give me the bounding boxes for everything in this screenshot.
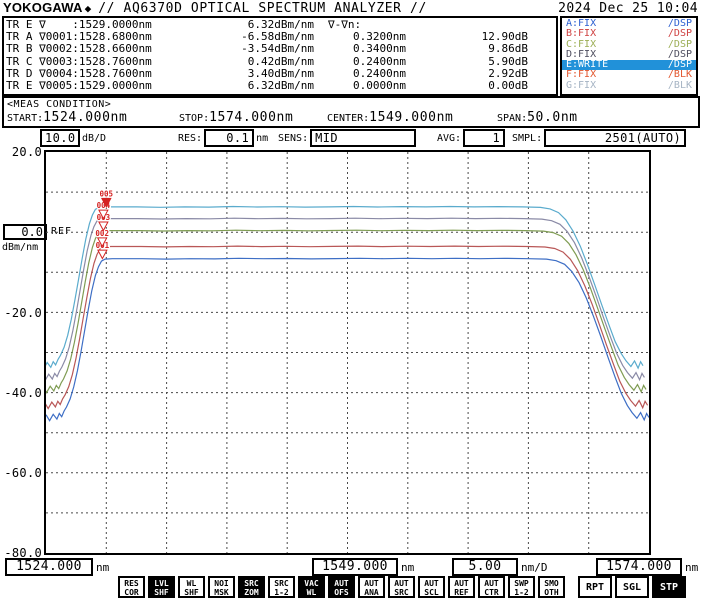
sens-value[interactable]: MID (310, 129, 416, 147)
y-axis-tick: -40.0 (0, 386, 42, 400)
y-axis-tick: -20.0 (0, 306, 42, 320)
x-start-unit: nm (96, 561, 109, 574)
trace-status-mode: G:FIX (566, 81, 596, 91)
level-scale-setting: 10.0 dB/D (40, 129, 106, 147)
x-axis-stop: 1574.000 nm (596, 558, 698, 576)
meas-field: CENTER:1549.000nm (327, 110, 497, 125)
softkey-swp-1-2[interactable]: SWP1-2 (508, 576, 535, 598)
meas-field: SPAN: 50.0nm (497, 110, 578, 125)
sampling-setting: SMPL: 2501(AUTO) (512, 129, 686, 147)
avg-label: AVG: (437, 133, 461, 144)
softkey-aut-ofs[interactable]: AUTOFS (328, 576, 355, 598)
meas-condition-title: <MEAS CONDITION> (7, 99, 695, 110)
svg-text:002: 002 (95, 229, 109, 238)
meas-field: START:1524.000nm (7, 110, 179, 125)
meas-field-label: STOP: (179, 113, 209, 124)
meas-field-label: SPAN: (497, 113, 527, 124)
x-stop-value: 1574.000 (596, 558, 682, 576)
meas-field: STOP:1574.000nm (179, 110, 327, 125)
osa-screen: YOKOGAWA ◆ // AQ6370D OPTICAL SPECTRUM A… (0, 0, 701, 601)
trace-marker-level: -3.54dBm/nm (156, 43, 314, 55)
x-axis-start: 1524.000 nm (5, 558, 109, 576)
x-axis-scale: 5.00 nm/D (452, 558, 548, 576)
softkey-sgl[interactable]: SGL (615, 576, 649, 598)
softkey-src-1-2[interactable]: SRC1-2 (268, 576, 295, 598)
x-start-value: 1524.000 (5, 558, 93, 576)
res-unit: nm (256, 133, 268, 144)
softkey-aut-src[interactable]: AUTSRC (388, 576, 415, 598)
softkey-noi-msk[interactable]: NOIMSK (208, 576, 235, 598)
meas-field-value: 1549.000nm (369, 110, 453, 125)
trace-table-row: TR C ∇0003:1528.7600nm0.42dBm/nm0.2400nm… (6, 56, 554, 68)
trace-marker-delta-wl: 0.2400nm (314, 56, 406, 68)
sensitivity-setting: SENS: MID (278, 129, 416, 147)
softkey-smo-oth[interactable]: SMOOTH (538, 576, 565, 598)
trace-marker-delta-level: 0.00dB (406, 80, 528, 92)
trace-marker-label: TR C ∇0003:1528.7600nm (6, 56, 156, 68)
x-center-unit: nm (401, 561, 414, 574)
softkey-stp[interactable]: STP (652, 576, 686, 598)
meas-field-value: 1524.000nm (43, 110, 127, 125)
yokogawa-logo: YOKOGAWA (3, 0, 83, 15)
softkey-aut-ctr[interactable]: AUTCTR (478, 576, 505, 598)
trace-table-row: TR E ∇0005:1529.0000nm6.32dBm/nm0.0000nm… (6, 80, 554, 92)
softkey-vac-wl[interactable]: VACWL (298, 576, 325, 598)
softkey-src-zom[interactable]: SRCZOM (238, 576, 265, 598)
softkey-aut-ana[interactable]: AUTANA (358, 576, 385, 598)
softkey-aut-ref[interactable]: AUTREF (448, 576, 475, 598)
softkey-res-cor[interactable]: RESCOR (118, 576, 145, 598)
trace-marker-delta-wl: 0.0000nm (314, 80, 406, 92)
trace-status-row[interactable]: G:FIX/BLK (562, 81, 696, 91)
sens-label: SENS: (278, 133, 308, 144)
page-title: // AQ6370D OPTICAL SPECTRUM ANALYZER // (98, 1, 427, 16)
softkey-lvl-shf[interactable]: LVLSHF (148, 576, 175, 598)
trace-marker-delta-wl: 0.3400nm (314, 43, 406, 55)
trace-marker-delta-level: 5.90dB (406, 56, 528, 68)
trace-marker-level: 0.42dBm/nm (156, 56, 314, 68)
yokogawa-diamond-icon: ◆ (85, 2, 92, 15)
smpl-label: SMPL: (512, 133, 542, 144)
trace-status-display: /BLK (668, 81, 692, 91)
svg-text:005: 005 (100, 189, 114, 198)
title-bar: YOKOGAWA ◆ // AQ6370D OPTICAL SPECTRUM A… (3, 0, 698, 14)
trace-marker-label: TR E ∇0005:1529.0000nm (6, 80, 156, 92)
trace-status-panel: A:FIX/DSPB:FIX/DSPC:FIX/DSPD:FIX/DSPE:WR… (560, 16, 698, 96)
trace-table-row: TR B ∇0002:1528.6600nm-3.54dBm/nm0.3400n… (6, 43, 554, 55)
meas-field-value: 1574.000nm (209, 110, 293, 125)
meas-field-label: CENTER: (327, 113, 369, 124)
res-label: RES: (178, 133, 202, 144)
x-scale-unit: nm/D (521, 561, 548, 574)
meas-field-value: 50.0nm (527, 110, 578, 125)
avg-value[interactable]: 1 (463, 129, 505, 147)
meas-condition-box: <MEAS CONDITION> START:1524.000nmSTOP:15… (2, 96, 700, 128)
x-axis-center: 1549.000 nm (312, 558, 414, 576)
meas-condition-fields: START:1524.000nmSTOP:1574.000nmCENTER:15… (7, 110, 695, 125)
softkey-wl-shf[interactable]: WLSHF (178, 576, 205, 598)
average-setting: AVG: 1 (437, 129, 505, 147)
softkey-rpt[interactable]: RPT (578, 576, 612, 598)
trace-marker-delta-level: 9.86dB (406, 43, 528, 55)
smpl-value[interactable]: 2501(AUTO) (544, 129, 686, 147)
res-value[interactable]: 0.1 (204, 129, 254, 147)
softkey-row: RESCORLVLSHFWLSHFNOIMSKSRCZOMSRC1-2VACWL… (118, 576, 686, 598)
spectrum-plot: 001002003004005 (44, 150, 651, 555)
y-axis-tick: -60.0 (0, 466, 42, 480)
level-scale-unit: dB/D (82, 133, 106, 144)
x-scale-value: 5.00 (452, 558, 518, 576)
softkey-aut-scl[interactable]: AUTSCL (418, 576, 445, 598)
y-axis-tick: 20.0 (0, 145, 42, 159)
x-stop-unit: nm (685, 561, 698, 574)
ref-level-box: 0.0 (3, 224, 47, 240)
trace-marker-label: TR B ∇0002:1528.6600nm (6, 43, 156, 55)
x-center-value: 1549.000 (312, 558, 398, 576)
trace-table: TR E ∇ :1529.0000nm6.32dBm/nm∇-∇n:TR A ∇… (2, 16, 558, 96)
trace-marker-level: 6.32dBm/nm (156, 80, 314, 92)
level-scale-value[interactable]: 10.0 (40, 129, 80, 147)
resolution-setting: RES: 0.1 nm (178, 129, 268, 147)
y-axis-unit: dBm/nm (2, 242, 38, 253)
meas-field-label: START: (7, 113, 43, 124)
datetime: 2024 Dec 25 10:04 (558, 1, 698, 16)
